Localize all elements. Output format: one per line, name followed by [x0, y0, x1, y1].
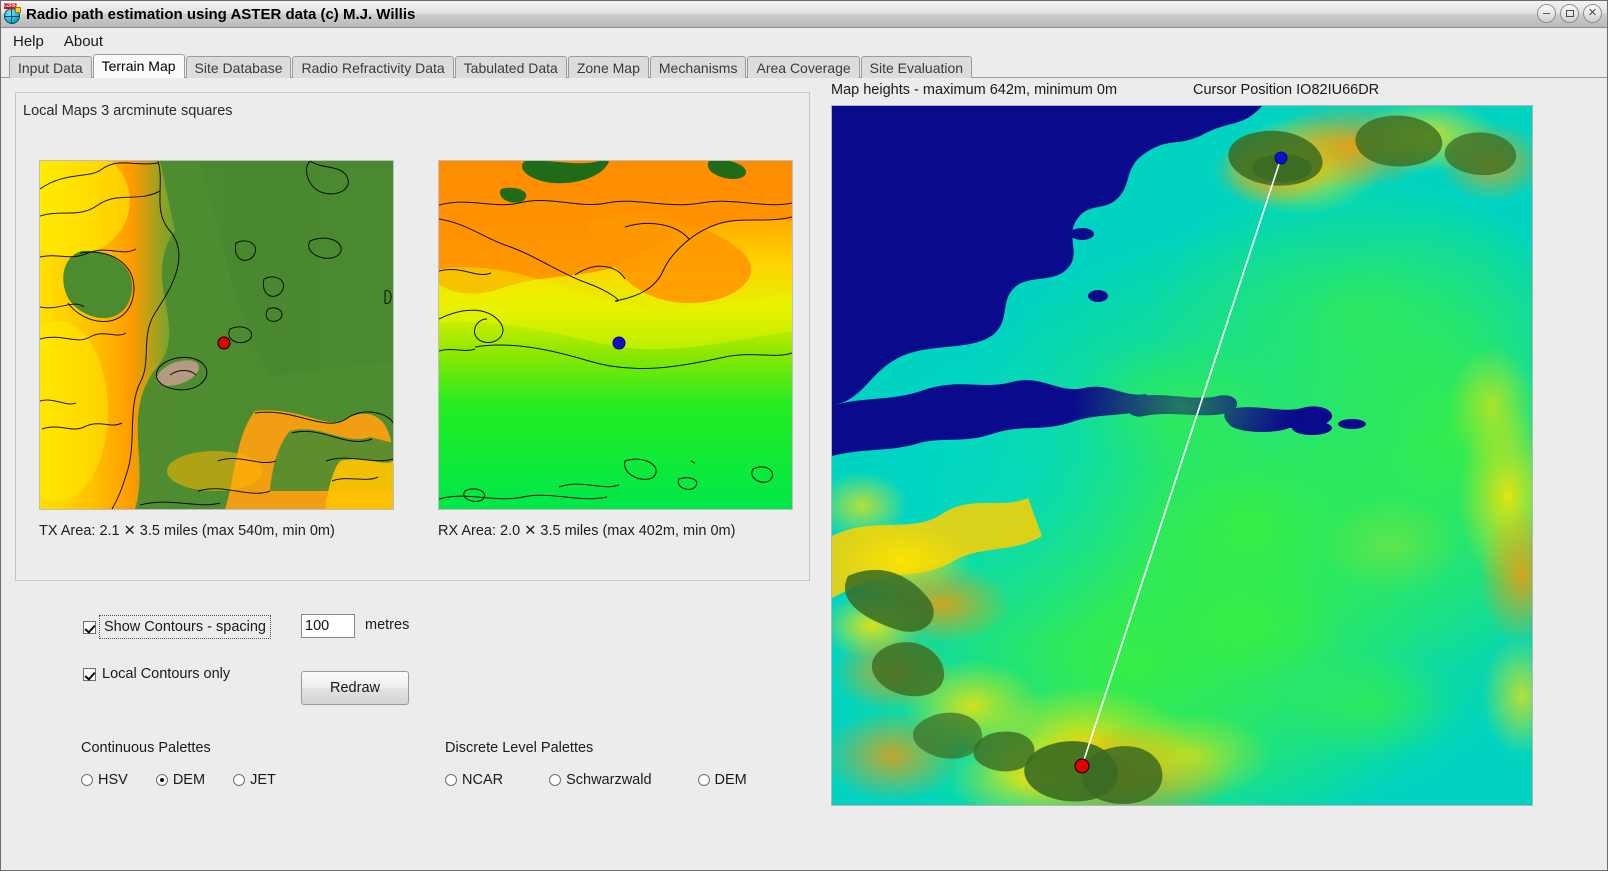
radio-ncar[interactable]: NCAR [445, 772, 503, 788]
contour-spacing-input[interactable] [301, 614, 355, 638]
redraw-button[interactable]: Redraw [301, 671, 409, 705]
menu-bar: Help About [1, 28, 1607, 54]
globe-icon: G3RIR [2, 3, 24, 25]
discrete-palette-group: NCAR Schwarzwald DEM [445, 772, 747, 788]
terrain-map-panel: Local Maps 3 arcminute squares TX Area: … [1, 78, 1607, 870]
radio-dem-continuous-indicator[interactable] [155, 774, 168, 786]
tab-site-database[interactable]: Site Database [185, 56, 292, 78]
rx-marker [612, 336, 626, 350]
tab-area-coverage[interactable]: Area Coverage [747, 56, 860, 78]
radio-dem-discrete-indicator[interactable] [697, 774, 710, 786]
main-map-tx-marker [1074, 758, 1090, 774]
radio-jet[interactable]: JET [233, 772, 276, 788]
radio-ncar-indicator[interactable] [445, 774, 457, 786]
map-heights-label: Map heights - maximum 642m, minimum 0m [831, 82, 1118, 98]
tab-radio-refractivity-data[interactable]: Radio Refractivity Data [292, 56, 454, 78]
window-buttons: – ✕ [1537, 4, 1602, 23]
rx-map-caption: RX Area: 2.0 ✕ 3.5 miles (max 402m, min … [438, 523, 736, 539]
radio-dem-continuous[interactable]: DEM [155, 772, 206, 788]
window-title: Radio path estimation using ASTER data (… [26, 5, 416, 23]
tab-bar: Input Data Terrain Map Site Database Rad… [1, 54, 1607, 78]
rx-terrain-image [439, 161, 792, 509]
local-contours-row: Local Contours only [83, 666, 230, 682]
tx-marker [217, 336, 231, 350]
local-contours-label[interactable]: Local Contours only [102, 666, 230, 682]
radio-jet-label: JET [250, 772, 276, 788]
minimize-button[interactable]: – [1537, 4, 1556, 23]
tab-mechanisms[interactable]: Mechanisms [649, 56, 747, 78]
radio-jet-indicator[interactable] [233, 774, 246, 786]
tx-map-caption: TX Area: 2.1 ✕ 3.5 miles (max 540m, min … [39, 523, 335, 539]
radio-hsv-indicator[interactable] [81, 774, 93, 786]
metres-unit-label: metres [365, 617, 410, 633]
tab-input-data[interactable]: Input Data [9, 56, 92, 78]
close-icon: ✕ [1587, 7, 1598, 19]
radio-schwarzwald-indicator[interactable] [549, 774, 562, 786]
menu-item-about[interactable]: About [62, 32, 105, 51]
right-panel: Map heights - maximum 642m, minimum 0m C… [827, 78, 1607, 870]
continuous-palette-group: HSV DEM JET [81, 772, 276, 788]
cursor-position-label: Cursor Position IO82IU66DR [1193, 82, 1380, 98]
application-window: G3RIR Radio path estimation using ASTER … [0, 0, 1608, 871]
title-bar: G3RIR Radio path estimation using ASTER … [1, 1, 1607, 28]
close-button[interactable]: ✕ [1583, 4, 1602, 23]
radio-ncar-label: NCAR [462, 772, 504, 788]
local-maps-title: Local Maps 3 arcminute squares [23, 103, 233, 119]
tab-zone-map[interactable]: Zone Map [567, 56, 649, 78]
maximize-button[interactable] [1560, 4, 1579, 23]
main-map-rx-marker [1274, 151, 1288, 165]
tab-terrain-map[interactable]: Terrain Map [92, 54, 185, 78]
tx-terrain-image [40, 161, 393, 509]
main-terrain-image [832, 106, 1532, 805]
menu-item-help[interactable]: Help [11, 32, 46, 51]
show-contours-row: Show Contours - spacing [83, 615, 271, 639]
continuous-palettes-heading: Continuous Palettes [81, 740, 211, 756]
local-contours-checkbox[interactable] [83, 667, 96, 681]
main-terrain-map[interactable] [831, 105, 1533, 806]
radio-dem-discrete[interactable]: DEM [697, 772, 747, 788]
radio-dem-discrete-label: DEM [714, 772, 747, 788]
terrain-controls: Show Contours - spacing Local Contours o… [1, 596, 827, 816]
show-contours-checkbox[interactable] [83, 620, 96, 634]
tab-site-evaluation[interactable]: Site Evaluation [860, 56, 973, 78]
show-contours-label[interactable]: Show Contours - spacing [99, 615, 271, 639]
tab-tabulated-data[interactable]: Tabulated Data [454, 56, 567, 78]
minimize-icon: – [1542, 5, 1551, 20]
radio-hsv[interactable]: HSV [81, 772, 128, 788]
rx-terrain-map[interactable] [438, 160, 793, 510]
maximize-icon [1561, 5, 1578, 22]
radio-hsv-label: HSV [98, 772, 128, 788]
radio-schwarzwald-label: Schwarzwald [566, 772, 652, 788]
radio-schwarzwald[interactable]: Schwarzwald [549, 772, 652, 788]
discrete-palettes-heading: Discrete Level Palettes [445, 740, 594, 756]
left-panel: Local Maps 3 arcminute squares TX Area: … [1, 78, 827, 870]
radio-dem-continuous-label: DEM [172, 772, 206, 788]
tx-terrain-map[interactable] [39, 160, 394, 510]
